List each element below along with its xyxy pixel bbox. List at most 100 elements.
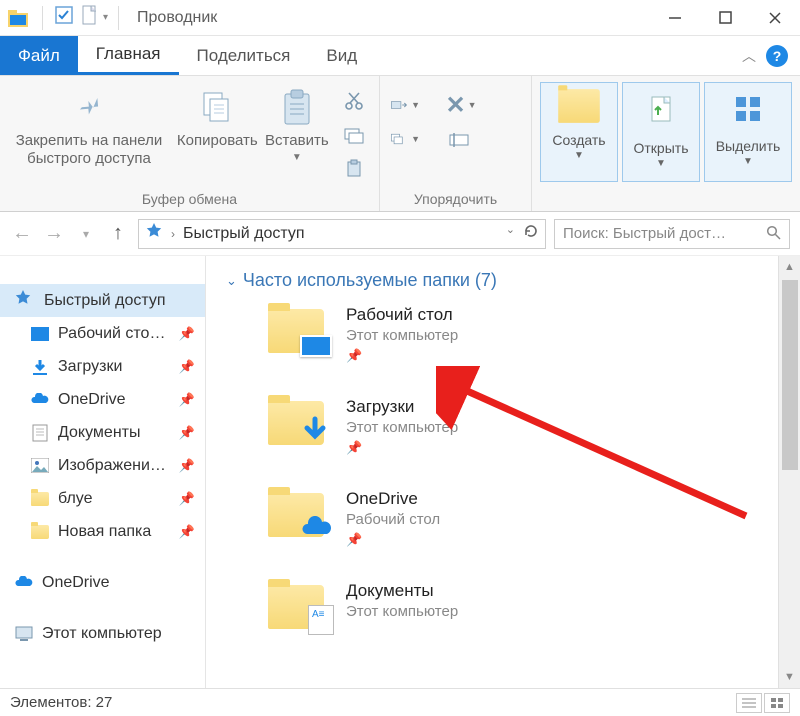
sidebar-item-documents[interactable]: Документы 📌 xyxy=(0,416,205,449)
cloud-overlay-icon xyxy=(300,516,334,543)
minimize-button[interactable] xyxy=(650,0,700,36)
download-icon xyxy=(30,357,50,377)
tab-file[interactable]: Файл xyxy=(0,36,78,75)
copy-button[interactable]: Копировать xyxy=(174,82,261,150)
address-bar[interactable]: › Быстрый доступ ⌄ xyxy=(138,219,546,249)
chevron-down-icon: ▼ xyxy=(292,152,302,163)
chevron-down-icon: ▼ xyxy=(743,156,753,167)
tiles-view-button[interactable] xyxy=(764,693,790,713)
maximize-button[interactable] xyxy=(700,0,750,36)
title-bar: ▾ Проводник xyxy=(0,0,800,36)
breadcrumb-root[interactable]: Быстрый доступ xyxy=(183,225,305,243)
clipboard-group-label: Буфер обмена xyxy=(0,191,379,211)
status-count: 27 xyxy=(96,694,113,711)
pin-icon: 📌 xyxy=(179,326,195,342)
delete-icon[interactable]: ✕▼ xyxy=(446,92,476,118)
search-icon xyxy=(766,225,781,243)
chevron-down-icon: ▼ xyxy=(656,158,666,169)
sidebar-quick-access[interactable]: Быстрый доступ xyxy=(0,284,205,317)
desktop-overlay-icon xyxy=(300,335,332,357)
scroll-up-icon[interactable]: ▲ xyxy=(779,256,800,278)
search-box[interactable]: Поиск: Быстрый дост… xyxy=(554,219,790,249)
folder-icon xyxy=(266,397,328,447)
sidebar-onedrive-root[interactable]: OneDrive xyxy=(0,566,205,599)
pin-icon: 📌 xyxy=(179,491,195,507)
tab-view[interactable]: Вид xyxy=(308,36,375,75)
select-button[interactable]: Выделить ▼ xyxy=(704,82,792,182)
qat-checkbox-icon[interactable] xyxy=(53,4,75,31)
select-icon xyxy=(732,93,764,130)
paste-icon xyxy=(277,88,317,128)
nav-forward-button[interactable]: → xyxy=(42,222,66,246)
folder-item-desktop[interactable]: Рабочий стол Этот компьютер 📌 xyxy=(226,305,790,365)
breadcrumb-chevron-icon[interactable]: › xyxy=(171,227,175,241)
folder-item-documents[interactable]: Документы Этот компьютер xyxy=(226,581,790,631)
folder-icon xyxy=(30,489,50,509)
document-icon xyxy=(30,423,50,443)
navigation-pane: Быстрый доступ Рабочий сто… 📌 Загрузки 📌… xyxy=(0,256,206,688)
quick-access-star-icon xyxy=(145,222,163,245)
chevron-down-icon: ▼ xyxy=(574,150,584,161)
status-bar: Элементов: 27 xyxy=(0,688,800,716)
sidebar-this-pc[interactable]: Этот компьютер xyxy=(0,617,205,650)
tab-home[interactable]: Главная xyxy=(78,36,179,75)
section-header[interactable]: ⌄ Часто используемые папки (7) xyxy=(226,270,790,291)
move-to-icon[interactable]: ▼ xyxy=(390,92,420,118)
new-folder-icon xyxy=(563,93,595,124)
pin-quick-access-button[interactable]: Закрепить на панели быстрого доступа xyxy=(4,82,174,168)
pin-icon: 📌 xyxy=(179,359,195,375)
scrollbar-thumb[interactable] xyxy=(782,280,798,470)
nav-back-button[interactable]: ← xyxy=(10,222,34,246)
pictures-icon xyxy=(30,456,50,476)
tab-share[interactable]: Поделиться xyxy=(179,36,309,75)
sidebar-item-new-folder[interactable]: Новая папка 📌 xyxy=(0,515,205,548)
folder-icon xyxy=(266,581,328,631)
vertical-scrollbar[interactable]: ▲ ▼ xyxy=(778,256,800,688)
sidebar-item-downloads[interactable]: Загрузки 📌 xyxy=(0,350,205,383)
rename-icon[interactable] xyxy=(446,126,476,152)
folder-icon xyxy=(30,522,50,542)
pin-icon: 📌 xyxy=(346,532,362,548)
onedrive-icon xyxy=(30,390,50,410)
pin-icon: 📌 xyxy=(179,425,195,441)
pin-icon: 📌 xyxy=(179,392,195,408)
folder-icon xyxy=(266,489,328,539)
open-button[interactable]: Открыть ▼ xyxy=(622,82,700,182)
folder-item-onedrive[interactable]: OneDrive Рабочий стол 📌 xyxy=(226,489,790,549)
close-button[interactable] xyxy=(750,0,800,36)
create-button[interactable]: Создать ▼ xyxy=(540,82,618,182)
paste-button[interactable]: Вставить ▼ xyxy=(261,82,333,163)
folder-icon xyxy=(266,305,328,355)
pin-icon: 📌 xyxy=(179,458,195,474)
cut-icon[interactable] xyxy=(339,88,369,114)
download-overlay-icon xyxy=(300,416,330,451)
pc-icon xyxy=(14,624,34,644)
folder-item-downloads[interactable]: Загрузки Этот компьютер 📌 xyxy=(226,397,790,457)
details-view-button[interactable] xyxy=(736,693,762,713)
navigation-row: ← → ▾ ↑ › Быстрый доступ ⌄ Поиск: Быстры… xyxy=(0,212,800,256)
sidebar-item-blue[interactable]: блуе 📌 xyxy=(0,482,205,515)
copy-path-icon[interactable] xyxy=(339,122,369,148)
refresh-icon[interactable] xyxy=(523,223,539,244)
organize-group-label: Упорядочить xyxy=(380,191,531,211)
sidebar-item-pictures[interactable]: Изображени… 📌 xyxy=(0,449,205,482)
window-title: Проводник xyxy=(137,9,217,27)
chevron-down-icon: ⌄ xyxy=(226,273,237,289)
pin-icon: 📌 xyxy=(346,440,362,456)
copy-to-icon[interactable]: ▼ xyxy=(390,126,420,152)
qat-document-icon[interactable] xyxy=(79,4,99,31)
sidebar-item-onedrive[interactable]: OneDrive 📌 xyxy=(0,383,205,416)
nav-recent-dropdown[interactable]: ▾ xyxy=(74,222,98,246)
help-icon[interactable]: ? xyxy=(766,45,788,67)
nav-up-button[interactable]: ↑ xyxy=(106,222,130,246)
content-pane: ⌄ Часто используемые папки (7) Рабочий с… xyxy=(206,256,800,688)
sidebar-item-desktop[interactable]: Рабочий сто… 📌 xyxy=(0,317,205,350)
ribbon-collapse-icon[interactable]: ︿ xyxy=(742,46,756,66)
paste-shortcut-icon[interactable] xyxy=(339,156,369,182)
scroll-down-icon[interactable]: ▼ xyxy=(779,666,800,688)
open-icon xyxy=(644,93,678,132)
qat-dropdown-icon[interactable]: ▾ xyxy=(103,12,108,23)
address-dropdown-icon[interactable]: ⌄ xyxy=(506,223,515,244)
desktop-icon xyxy=(30,324,50,344)
ribbon-body: Закрепить на панели быстрого доступа Коп… xyxy=(0,76,800,212)
